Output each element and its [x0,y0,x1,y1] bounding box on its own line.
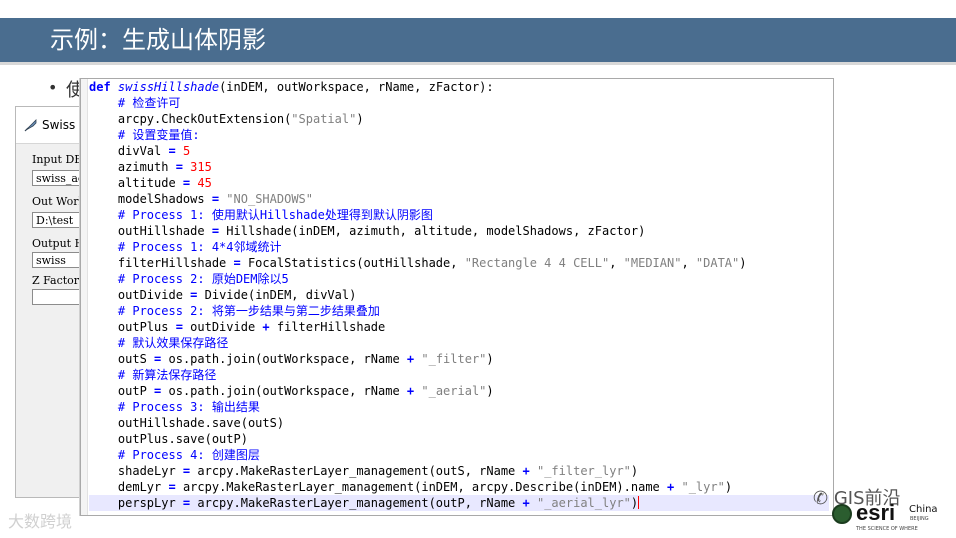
code-line[interactable]: # 新算法保存路径 [89,367,216,383]
code-line[interactable]: outHillshade.save(outS) [89,415,284,431]
code-editor[interactable]: def swissHillshade(inDEM, outWorkspace, … [80,78,834,516]
bullet-icon: • [48,78,58,97]
code-line[interactable]: # 设置变量值: [89,127,200,143]
code-line[interactable]: outPlus.save(outP) [89,431,248,447]
param-label-out-workspace: Out Work [32,195,86,208]
esri-region: China [909,504,938,515]
code-line[interactable]: outS = os.path.join(outWorkspace, rName … [89,351,494,367]
code-line[interactable]: # 检查许可 [89,95,180,111]
code-line[interactable]: # Process 2: 将第一步结果与第二步结果叠加 [89,303,380,319]
code-line[interactable]: modelShadows = "NO_SHADOWS" [89,191,313,207]
code-line[interactable]: arcpy.CheckOutExtension("Spatial") [89,111,364,127]
esri-logo: esri China BEIJING THE SCIENCE OF WHERE [832,500,942,534]
code-line[interactable]: outHillshade = Hillshade(inDEM, azimuth,… [89,223,645,239]
text-cursor [638,496,640,509]
param-label-z-factor: Z Factor [32,274,80,287]
code-line[interactable]: filterHillshade = FocalStatistics(outHil… [89,255,747,271]
code-line[interactable]: outPlus = outDivide + filterHillshade [89,319,385,335]
code-line[interactable]: azimuth = 315 [89,159,212,175]
globe-icon [832,504,852,524]
code-line[interactable]: altitude = 45 [89,175,212,191]
wechat-icon: ✆ [813,488,834,509]
editor-gutter [81,79,88,515]
watermark-left: 大数跨境 [8,512,73,531]
code-line[interactable]: perspLyr = arcpy.MakeRasterLayer_managem… [89,495,829,511]
esri-tagline: THE SCIENCE OF WHERE [856,526,918,532]
esri-city: BEIJING [910,516,929,522]
code-line[interactable]: # Process 3: 输出结果 [89,399,260,415]
slide-title-bar: 示例：生成山体阴影 [0,18,956,62]
code-line[interactable]: # Process 1: 4*4邻域统计 [89,239,282,255]
code-line[interactable]: # Process 1: 使用默认Hillshade处理得到默认阴影图 [89,207,433,223]
code-line[interactable]: # Process 4: 创建图层 [89,447,260,463]
param-label-output-hillshade: Output H [32,237,85,250]
code-line[interactable]: divVal = 5 [89,143,190,159]
esri-brand: esri [856,500,896,525]
code-line[interactable]: def swissHillshade(inDEM, outWorkspace, … [89,79,494,95]
code-line[interactable]: # Process 2: 原始DEM除以5 [89,271,289,287]
slide-title: 示例：生成山体阴影 [50,26,266,54]
code-line[interactable]: demLyr = arcpy.MakeRasterLayer_managemen… [89,479,732,495]
title-divider [0,62,956,65]
code-line[interactable]: outDivide = Divide(inDEM, divVal) [89,287,356,303]
code-line[interactable]: outP = os.path.join(outWorkspace, rName … [89,383,494,399]
tool-icon [24,119,37,132]
code-line[interactable]: # 默认效果保存路径 [89,335,228,351]
code-line[interactable]: shadeLyr = arcpy.MakeRasterLayer_managem… [89,463,638,479]
param-label-input-dem: Input DE [32,153,83,166]
